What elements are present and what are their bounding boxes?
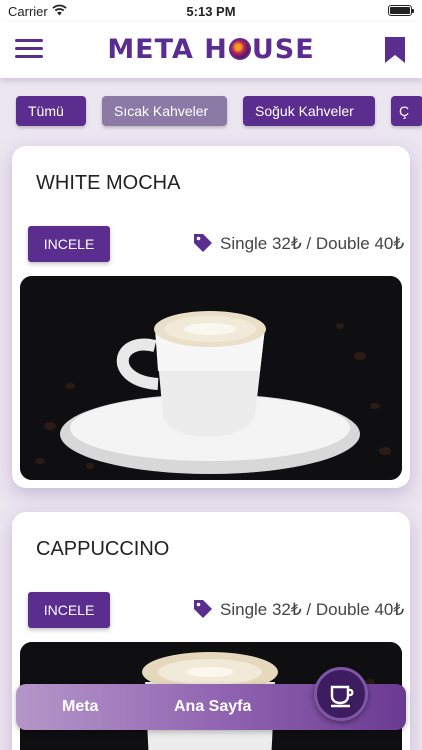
product-name: CAPPUCCINO	[36, 538, 170, 560]
nav-item-meta[interactable]: Meta	[62, 698, 98, 716]
category-tab-cold-coffees[interactable]: Soğuk Kahveler	[243, 96, 375, 126]
brand-globe-icon	[228, 38, 251, 60]
product-price: Single 32₺ / Double 40₺	[220, 234, 405, 253]
product-price: Single 32₺ / Double 40₺	[220, 600, 405, 619]
battery-icon	[388, 5, 414, 16]
coffee-menu-button[interactable]	[314, 667, 368, 721]
product-name: WHITE MOCHA	[36, 172, 181, 194]
tag-icon	[194, 234, 212, 252]
category-tab-partial[interactable]: Ç	[391, 96, 422, 126]
category-tab-all[interactable]: Tümü	[16, 96, 86, 126]
category-tab-hot-coffees[interactable]: Sıcak Kahveler	[102, 96, 227, 126]
tag-icon	[194, 600, 212, 618]
app-header: META H USE	[0, 22, 422, 78]
nav-item-home[interactable]: Ana Sayfa	[174, 698, 251, 716]
brand-text-start: META H	[107, 34, 228, 65]
price-info: Single 32₺ / Double 40₺	[192, 232, 404, 256]
brand-text-end: USE	[251, 34, 315, 65]
status-bar: Carrier 5:13 PM	[0, 0, 422, 22]
product-card: WHITE MOCHA INCELE Single 32₺ / Double 4…	[12, 146, 410, 488]
inspect-button[interactable]: INCELE	[28, 592, 110, 628]
inspect-button[interactable]: INCELE	[28, 226, 110, 262]
brand-logo: META H USE	[0, 34, 422, 65]
coffee-cup-icon	[330, 685, 354, 708]
price-info: Single 32₺ / Double 40₺	[192, 598, 404, 622]
status-time: 5:13 PM	[186, 4, 236, 19]
product-image	[20, 276, 402, 480]
bookmark-icon[interactable]	[384, 36, 406, 64]
